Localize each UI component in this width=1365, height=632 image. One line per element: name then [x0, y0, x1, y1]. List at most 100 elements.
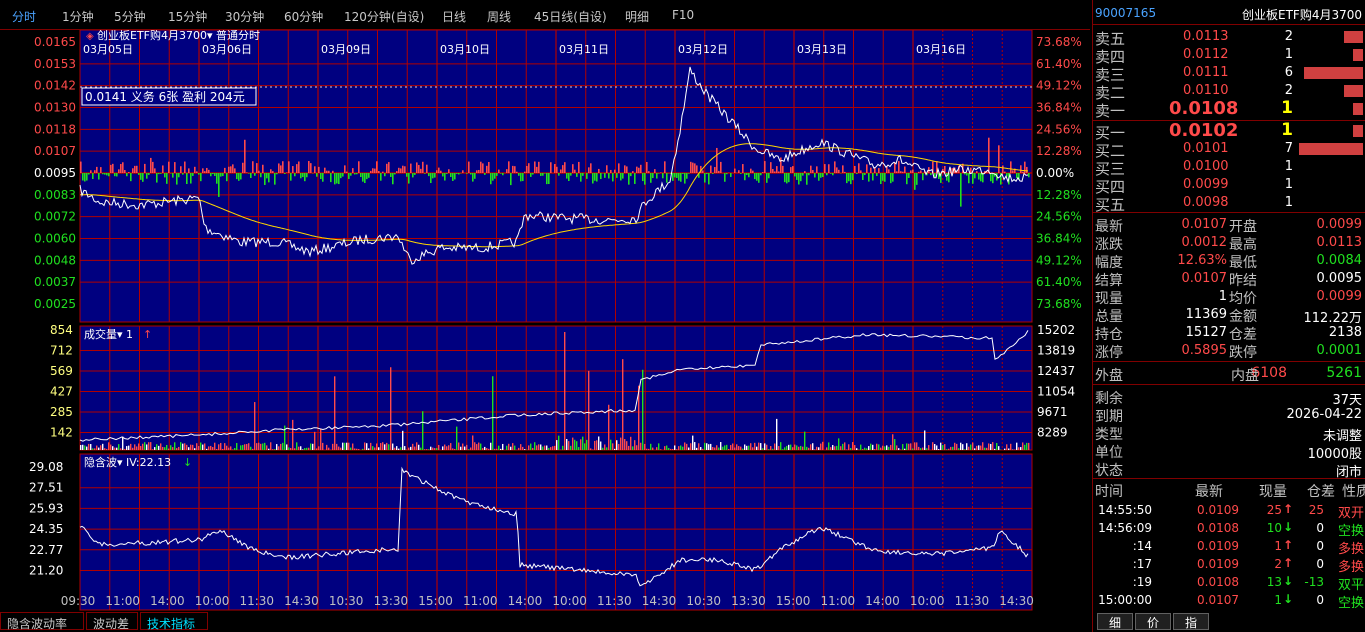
pct-tick: 61.40% — [1036, 57, 1082, 71]
stat-row-5: 总量 11369 金额 112.22万 — [1095, 307, 1362, 326]
up-arrow-icon: ↑ — [1283, 502, 1294, 516]
order-price: 0.0099 — [1183, 177, 1229, 192]
down-arrow-icon: ↓ — [183, 456, 192, 469]
stat-row-3: 结算 0.0107 昨结 0.0095 — [1095, 271, 1362, 289]
date-label: 03月12日 — [678, 43, 728, 56]
price-tick: 0.0142 — [34, 79, 76, 93]
bid-level-1[interactable]: 买二 0.0101 7 — [1093, 140, 1365, 160]
period-tab-11[interactable]: F10 — [672, 8, 694, 22]
price-tick: 0.0165 — [34, 35, 76, 49]
price-tick: 0.0025 — [34, 297, 76, 311]
period-tab-4[interactable]: 30分钟 — [225, 8, 264, 25]
time-tick: 10:00 — [910, 594, 945, 608]
date-label: 03月11日 — [559, 43, 609, 56]
iv-title[interactable]: 隐含波▾ IV:22.13 — [84, 455, 171, 469]
indicator-tab-1[interactable]: 波动差 — [86, 612, 138, 631]
period-tab-3[interactable]: 15分钟 — [168, 8, 207, 25]
panel-tab-2[interactable]: 指 — [1173, 613, 1209, 630]
down-arrow-icon: ↓ — [1283, 592, 1294, 606]
indicator-tab-0[interactable]: 隐含波动率 — [0, 612, 84, 631]
price-tick: 0.0072 — [34, 210, 76, 224]
iv-tick: 22.77 — [29, 543, 63, 557]
order-price: 0.0098 — [1183, 195, 1229, 210]
info-row-3: 单位 10000股 — [1095, 445, 1362, 462]
ask-level-0[interactable]: 卖五 0.0113 2 — [1093, 28, 1365, 48]
main-chart-title[interactable]: 创业板ETF购4月3700▾ 普通分时 — [97, 30, 260, 42]
period-tab-0[interactable]: 分时 — [12, 8, 36, 25]
price-tick: 0.0130 — [34, 101, 76, 115]
ask-level-2[interactable]: 卖三 0.0111 6 — [1093, 64, 1365, 84]
volume-bar — [1353, 103, 1363, 115]
time-tick: 11:30 — [597, 594, 632, 608]
tick-row[interactable]: 15:00:00 0.0107 1 ↓ 0 空换 — [1093, 592, 1365, 611]
panel-tab-1[interactable]: 价 — [1135, 613, 1171, 630]
chart-area[interactable]: 0.0165 73.68% 0.0153 61.40% 0.0142 49.12% 0.01… — [0, 30, 1090, 612]
time-tick: 09:30 — [61, 594, 96, 608]
info-row-2: 类型 未调整 — [1095, 427, 1362, 444]
iv-tick: 25.93 — [29, 501, 63, 515]
ask-level-4[interactable]: 卖一 0.0108 1 — [1093, 98, 1365, 120]
date-label: 03月05日 — [83, 43, 133, 56]
bid-level-0[interactable]: 买一 0.0102 1 — [1093, 120, 1365, 142]
time-tick: 10:30 — [329, 594, 364, 608]
period-tab-8[interactable]: 周线 — [487, 8, 511, 25]
volume-bar — [1353, 49, 1363, 61]
volume-bar — [1344, 85, 1363, 97]
tick-row[interactable]: 14:55:50 0.0109 25 ↑ 25 双开 — [1093, 502, 1365, 521]
pct-tick: 0.00% — [1036, 166, 1074, 180]
period-tab-9[interactable]: 45日线(自设) — [534, 8, 607, 25]
tick-header-row: 时间 最新 现量 仓差 性质 — [1095, 484, 1365, 500]
time-tick: 10:00 — [552, 594, 587, 608]
pct-tick: 12.28% — [1036, 188, 1082, 202]
period-tab-10[interactable]: 明细 — [625, 8, 649, 25]
volume-tick: 142 — [50, 426, 73, 440]
iv-tick: 27.51 — [29, 481, 63, 495]
period-tab-2[interactable]: 5分钟 — [114, 8, 146, 25]
period-tab-1[interactable]: 1分钟 — [62, 8, 94, 25]
time-tick: 14:00 — [508, 594, 543, 608]
tick-row[interactable]: :14 0.0109 1 ↑ 0 多换 — [1093, 538, 1365, 557]
period-tab-5[interactable]: 60分钟 — [284, 8, 323, 25]
time-tick: 15:00 — [418, 594, 453, 608]
contract-icon: ◈ — [86, 31, 94, 42]
period-tab-6[interactable]: 120分钟(自设) — [344, 8, 424, 25]
up-arrow-icon: ↑ — [1283, 538, 1294, 552]
order-price: 0.0100 — [1183, 159, 1229, 174]
stat-row-2: 幅度 12.63% 最低 0.0084 — [1095, 253, 1362, 271]
time-tick: 11:00 — [821, 594, 856, 608]
date-label: 03月13日 — [797, 43, 847, 56]
date-label: 03月10日 — [440, 43, 490, 56]
panel-tab-0[interactable]: 细 — [1097, 613, 1133, 630]
iv-tick: 21.20 — [29, 564, 63, 578]
order-price: 0.0101 — [1183, 141, 1229, 156]
time-tick: 14:30 — [642, 594, 677, 608]
period-tab-7[interactable]: 日线 — [442, 8, 466, 25]
volume-title[interactable]: 成交量▾ 1 — [84, 327, 133, 341]
order-price: 0.0102 — [1169, 120, 1239, 141]
volume-tick: 854 — [50, 323, 73, 337]
tick-row[interactable]: :19 0.0108 13 ↓ -13 双平 — [1093, 574, 1365, 593]
order-price: 0.0113 — [1183, 29, 1229, 44]
bid-level-2[interactable]: 买三 0.0100 1 — [1093, 158, 1365, 178]
bid-level-4[interactable]: 买五 0.0098 1 — [1093, 194, 1365, 214]
contract-code: 90007165 — [1095, 6, 1157, 20]
price-tick: 0.0095 — [34, 166, 76, 180]
bid-level-3[interactable]: 买四 0.0099 1 — [1093, 176, 1365, 196]
order-qty: 1 — [1284, 177, 1293, 192]
ask-level-1[interactable]: 卖四 0.0112 1 — [1093, 46, 1365, 66]
tick-row[interactable]: 14:56:09 0.0108 10 ↓ 0 空换 — [1093, 520, 1365, 539]
order-price: 0.0110 — [1183, 83, 1229, 98]
pct-tick: 61.40% — [1036, 275, 1082, 289]
info-row-1: 到期 2026-04-22 — [1095, 407, 1362, 425]
oi-tick: 15202 — [1037, 323, 1075, 337]
indicator-tab-2[interactable]: 技术指标 — [140, 612, 208, 631]
tick-row[interactable]: :17 0.0109 2 ↑ 0 多换 — [1093, 556, 1365, 575]
price-tick: 0.0107 — [34, 144, 76, 158]
contract-name: 创业板ETF购4月3700 — [1242, 8, 1362, 22]
order-qty: 1 — [1284, 159, 1293, 174]
time-tick: 13:30 — [374, 594, 409, 608]
stat-row-7: 涨停 0.5895 跌停 0.0001 — [1095, 343, 1362, 361]
time-tick: 14:00 — [865, 594, 900, 608]
info-box-text: 0.0141 义务 6张 盈利 204元 — [85, 89, 245, 104]
iv-tick: 29.08 — [29, 460, 63, 474]
